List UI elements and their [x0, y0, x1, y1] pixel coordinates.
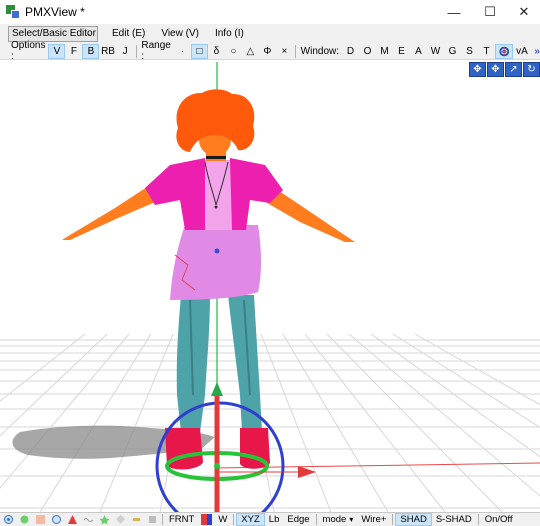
divider — [135, 44, 137, 58]
target-icon[interactable] — [495, 43, 514, 59]
s-shad-button[interactable]: S-SHAD — [432, 513, 476, 526]
rotate-view-icon[interactable]: ↻ — [523, 62, 540, 77]
view-front-button[interactable]: FRNT — [165, 513, 198, 526]
mode-dropdown[interactable]: mode ▾ — [319, 513, 358, 526]
divider — [392, 514, 394, 525]
window-s[interactable]: S — [461, 44, 478, 59]
title-bar: PMXView * — ☐ ✕ — [0, 0, 540, 24]
character-leg-left — [176, 295, 210, 432]
view-tools: ✥ ✥ ↗ ↻ — [469, 62, 540, 77]
wire-button[interactable]: Wire+ — [357, 513, 390, 526]
local-button[interactable]: Lb — [265, 513, 284, 526]
window-d[interactable]: D — [342, 44, 359, 59]
leaf-icon[interactable] — [17, 514, 31, 526]
status-bar: FRNT W XYZ Lb Edge mode ▾ Wire+ SHAD S-SH… — [0, 512, 540, 526]
window-title: PMXView * — [25, 5, 85, 19]
color-swatch-icon[interactable] — [199, 514, 213, 526]
character-jacket — [145, 158, 205, 230]
range-triangle[interactable]: △ — [242, 44, 259, 59]
chevron-down-icon: ▾ — [349, 515, 354, 524]
mode-select-value: Select/Basic Editor — [12, 28, 96, 39]
menu-info[interactable]: Info (I) — [207, 28, 252, 39]
option-f[interactable]: F — [65, 44, 82, 59]
va-button[interactable]: vA — [513, 44, 530, 59]
xyz-button[interactable]: XYZ — [236, 513, 265, 526]
window-t[interactable]: T — [478, 44, 495, 59]
options-label: Options : — [11, 40, 46, 62]
range-point[interactable]: · — [174, 44, 191, 59]
menu-edit[interactable]: Edit (E) — [104, 28, 153, 39]
menu-bar: Select/Basic Editor ⌄ Edit (E) View (V) … — [0, 24, 540, 43]
window-e[interactable]: E — [393, 44, 410, 59]
window-a[interactable]: A — [410, 44, 427, 59]
divider — [233, 514, 235, 525]
mode-label: mode — [322, 514, 347, 525]
star-icon[interactable] — [97, 514, 111, 526]
menu-view[interactable]: View (V) — [153, 28, 207, 39]
divider — [162, 514, 163, 525]
divider — [477, 514, 479, 525]
character-arm-left — [62, 185, 160, 240]
zoom-view-icon[interactable]: ↗ — [505, 62, 522, 77]
option-v[interactable]: V — [48, 43, 66, 59]
minimize-button[interactable]: — — [436, 0, 472, 24]
3d-viewport[interactable] — [0, 60, 540, 512]
divider — [294, 44, 296, 58]
window-label: Window: — [300, 45, 340, 57]
scene — [0, 62, 540, 512]
gem-icon[interactable] — [113, 514, 127, 526]
pan-view-icon[interactable]: ✥ — [487, 62, 504, 77]
close-button[interactable]: ✕ — [506, 0, 540, 24]
range-phi[interactable]: Φ — [259, 44, 276, 59]
bone-icon[interactable] — [129, 514, 143, 526]
edge-button[interactable]: Edge — [283, 513, 313, 526]
option-rb[interactable]: RB — [99, 44, 116, 59]
window-m[interactable]: M — [376, 44, 393, 59]
window-w[interactable]: W — [427, 44, 444, 59]
select-point-icon[interactable] — [1, 514, 15, 526]
range-rect[interactable]: □ — [190, 43, 208, 59]
toolbar-overflow-icon[interactable]: » — [530, 46, 540, 57]
floor-grid — [0, 333, 540, 512]
triangle-icon[interactable] — [65, 514, 79, 526]
world-button[interactable]: W — [214, 513, 231, 526]
on-off-button[interactable]: On/Off — [481, 513, 517, 526]
range-label: Range : — [141, 40, 171, 62]
chevron-down-icon: ⌄ — [86, 27, 94, 38]
range-delta[interactable]: δ — [208, 44, 225, 59]
range-clear[interactable]: × — [276, 44, 293, 59]
move-view-icon[interactable]: ✥ — [469, 62, 486, 77]
shad-button[interactable]: SHAD — [395, 513, 432, 526]
box-icon[interactable] — [33, 514, 47, 526]
toolbar: Options : V F B RB J Range : · □ δ ○ △ Φ… — [0, 40, 540, 62]
rigid-icon[interactable] — [145, 514, 159, 526]
range-circle[interactable]: ○ — [225, 44, 242, 59]
window-o[interactable]: O — [359, 44, 376, 59]
option-j[interactable]: J — [117, 44, 134, 59]
target-small-icon[interactable] — [49, 514, 63, 526]
divider — [315, 514, 317, 525]
app-icon — [6, 5, 20, 19]
option-b[interactable]: B — [82, 43, 100, 59]
maximize-button[interactable]: ☐ — [472, 0, 508, 24]
window-g[interactable]: G — [444, 44, 461, 59]
gizmo-y-arrow — [211, 382, 223, 396]
wave-icon[interactable] — [81, 514, 95, 526]
character-dress — [170, 225, 261, 300]
